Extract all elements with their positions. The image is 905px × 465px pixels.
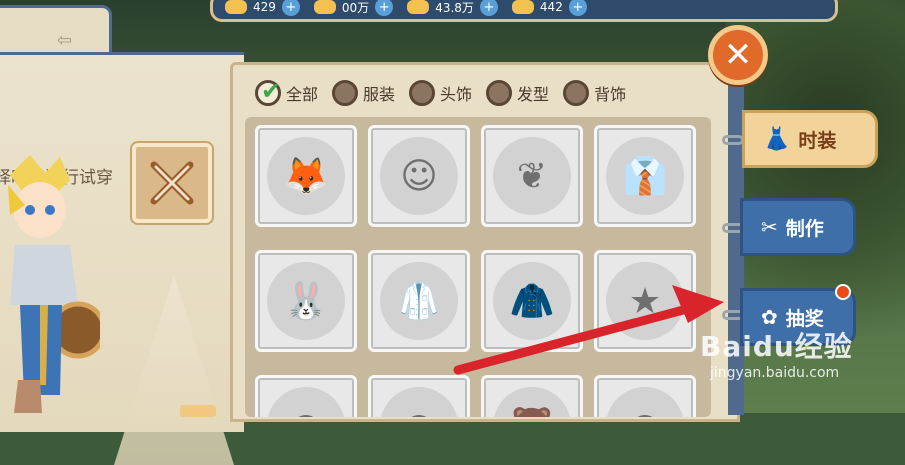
fashion-item[interactable]: ◑ bbox=[594, 375, 696, 417]
currency-item: 442 + bbox=[511, 0, 587, 16]
filter-label: 服装 bbox=[363, 85, 396, 104]
fashion-item[interactable]: 🐻 bbox=[481, 375, 583, 417]
scissors-icon: ✂ bbox=[761, 215, 778, 239]
notification-dot bbox=[835, 284, 851, 300]
fashion-item[interactable]: ◐ bbox=[368, 375, 470, 417]
lab-coat-icon: 🥼 bbox=[380, 262, 458, 340]
filter-option[interactable]: ✔ 全部 bbox=[255, 77, 319, 106]
currency-value: 43.8万 bbox=[435, 0, 474, 15]
tab-craft[interactable]: ✂ 制作 bbox=[740, 198, 856, 256]
currency-item: 00万 + bbox=[313, 0, 394, 16]
fashion-item[interactable]: ❦ bbox=[481, 125, 583, 227]
add-currency-button[interactable]: + bbox=[281, 0, 300, 16]
bunny-hat-icon: 🐰 bbox=[267, 262, 345, 340]
currency-value: 442 bbox=[539, 0, 563, 14]
category-filters: ✔ 全部 服装 头饰 发型 背饰 bbox=[255, 77, 626, 106]
close-button[interactable]: ✕ bbox=[708, 25, 768, 85]
star-shirt-icon: ★ bbox=[606, 262, 684, 340]
fashion-item[interactable]: ● bbox=[255, 375, 357, 417]
filter-label: 发型 bbox=[517, 85, 550, 104]
fashion-item[interactable]: 🦊 bbox=[255, 125, 357, 227]
fashion-item[interactable]: 👔 bbox=[594, 125, 696, 227]
suit-outfit-icon: 👔 bbox=[606, 137, 684, 215]
fashion-item[interactable]: ☺ bbox=[368, 125, 470, 227]
watermark-url: jingyan.baidu.com bbox=[710, 365, 840, 381]
crossed-swords-icon bbox=[150, 161, 194, 205]
add-currency-button[interactable]: + bbox=[479, 0, 498, 16]
radio-button[interactable] bbox=[409, 80, 436, 106]
wing-coin-icon bbox=[313, 0, 336, 14]
tab-craft-label: 制作 bbox=[785, 217, 824, 240]
currency-item: 429 + bbox=[225, 0, 300, 16]
add-currency-button[interactable]: + bbox=[568, 0, 587, 16]
back-arrow-icon: ⇦ bbox=[57, 30, 73, 51]
tent-decoration bbox=[114, 275, 234, 465]
fashion-item[interactable]: 🧥 bbox=[481, 250, 583, 352]
tab-fashion[interactable]: 👗 时装 bbox=[742, 110, 878, 168]
radio-button[interactable] bbox=[332, 80, 359, 106]
gold-coin-icon bbox=[225, 0, 247, 14]
filter-label: 头饰 bbox=[440, 85, 473, 104]
add-currency-button[interactable]: + bbox=[375, 0, 394, 16]
filter-label: 全部 bbox=[286, 85, 319, 104]
tab-fashion-label: 时装 bbox=[798, 129, 837, 152]
fox-pet-icon: 🦊 bbox=[267, 137, 345, 215]
gold-bar-icon bbox=[407, 0, 430, 14]
fashion-item[interactable]: ★ bbox=[594, 250, 696, 352]
weapon-slot-button[interactable] bbox=[132, 143, 212, 223]
filter-option[interactable]: 发型 bbox=[486, 80, 549, 106]
wings-icon: ❦ bbox=[493, 137, 571, 215]
hero-character bbox=[8, 155, 100, 413]
paper-bag-mask-icon: ☺ bbox=[380, 137, 458, 215]
crystal-icon bbox=[511, 0, 534, 14]
radio-button[interactable] bbox=[563, 80, 590, 106]
close-icon: ✕ bbox=[723, 35, 753, 75]
fashion-item[interactable]: 🥼 bbox=[368, 250, 470, 352]
filter-option[interactable]: 背饰 bbox=[563, 80, 626, 106]
binder-ring bbox=[722, 135, 744, 145]
fashion-item[interactable]: 🐰 bbox=[255, 250, 357, 352]
currency-bar: 429 +00万 +43.8万 +442 + bbox=[210, 0, 838, 22]
filter-option[interactable]: 头饰 bbox=[409, 80, 472, 106]
formal-suit-icon: 🧥 bbox=[493, 262, 571, 340]
currency-value: 429 bbox=[253, 0, 276, 14]
currency-item: 43.8万 + bbox=[407, 0, 498, 16]
filter-label: 背饰 bbox=[594, 85, 627, 104]
fashion-grid: 🦊 ☺ ❦ 👔 🐰 🥼 🧥 ★ ● ◐ 🐻 ◑ bbox=[245, 117, 711, 417]
watermark-brand: Baidu经验 bbox=[700, 330, 853, 363]
watermark: Baidu经验 jingyan.baidu.com bbox=[700, 325, 853, 381]
filter-option[interactable]: 服装 bbox=[332, 80, 395, 106]
checkmark-icon: ✔ bbox=[261, 77, 282, 105]
radio-button[interactable] bbox=[486, 80, 513, 106]
currency-value: 00万 bbox=[341, 0, 370, 15]
bottom-tab[interactable] bbox=[180, 405, 216, 417]
radio-button[interactable]: ✔ bbox=[255, 77, 282, 106]
dress-icon: 👗 bbox=[763, 126, 791, 152]
